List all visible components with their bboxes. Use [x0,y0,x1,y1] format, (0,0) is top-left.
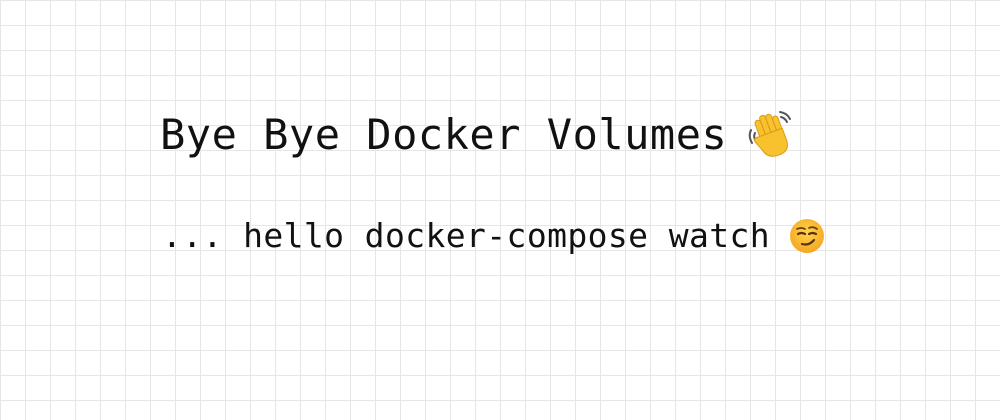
page-subtitle: ... hello docker-compose watch [162,216,771,255]
page-title: Bye Bye Docker Volumes [160,109,728,159]
waving-hand-icon [745,108,797,160]
subtitle-row: ... hello docker-compose watch [162,216,826,255]
smirking-face-icon [788,217,826,255]
title-row: Bye Bye Docker Volumes [160,108,797,160]
